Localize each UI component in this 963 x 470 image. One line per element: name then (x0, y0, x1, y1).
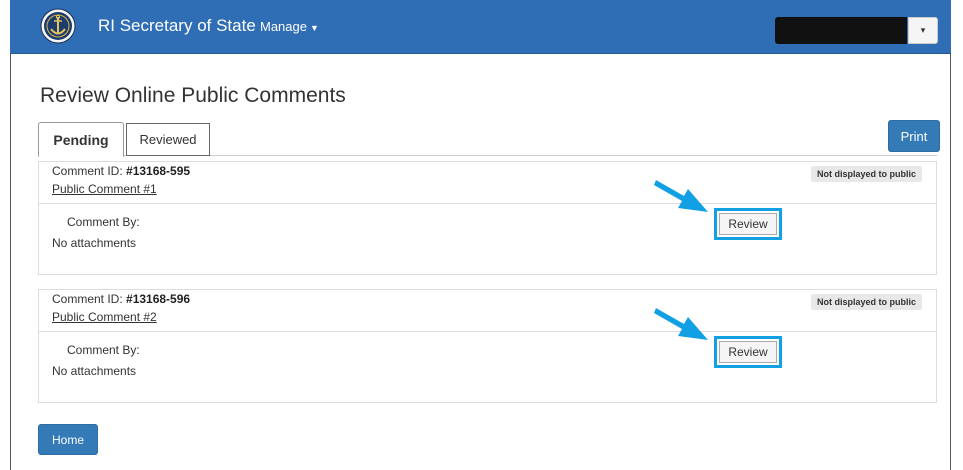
review-button[interactable]: Review (719, 213, 777, 235)
review-button[interactable]: Review (719, 341, 777, 363)
status-badge: Not displayed to public (810, 166, 922, 182)
print-button[interactable]: Print (888, 120, 940, 152)
arrow-pointer-icon (654, 180, 708, 212)
comment-title-link[interactable]: Public Comment #1 (52, 182, 157, 196)
anchor-seal-icon[interactable] (40, 8, 76, 44)
attachments-text: No attachments (52, 364, 137, 378)
comment-by-label: Comment By: (67, 215, 140, 229)
user-account-button[interactable] (775, 17, 907, 44)
review-highlight: Review (714, 336, 782, 368)
manage-menu[interactable]: Manage ▼ (260, 19, 319, 34)
comment-card: Comment ID: #13168-595 Public Comment #1… (38, 161, 937, 275)
user-dropdown-toggle[interactable]: ▾ (908, 17, 938, 44)
manage-menu-label: Manage (260, 19, 307, 34)
arrow-pointer-icon (654, 308, 708, 340)
comment-id-label: Comment ID: (52, 164, 127, 178)
attachments-text: No attachments (52, 236, 137, 250)
status-badge: Not displayed to public (810, 294, 922, 310)
comment-title-link[interactable]: Public Comment #2 (52, 310, 157, 324)
comment-card-header: Comment ID: #13168-595 Public Comment #1… (39, 162, 936, 204)
comment-id-label: Comment ID: (52, 292, 127, 306)
comment-id-value: #13168-596 (126, 292, 191, 306)
brand-link[interactable]: RI Secretary of State (98, 16, 256, 36)
home-button[interactable]: Home (38, 424, 98, 455)
comment-id: Comment ID: #13168-596 (52, 292, 190, 306)
page-title: Review Online Public Comments (40, 84, 346, 107)
caret-down-icon: ▼ (309, 23, 319, 33)
comment-card-header: Comment ID: #13168-596 Public Comment #2… (39, 290, 936, 332)
caret-down-icon: ▾ (920, 25, 926, 35)
tab-reviewed[interactable]: Reviewed (126, 123, 210, 156)
comment-by-label: Comment By: (67, 343, 140, 357)
comment-card: Comment ID: #13168-596 Public Comment #2… (38, 289, 937, 403)
review-highlight: Review (714, 208, 782, 240)
comment-id: Comment ID: #13168-595 (52, 164, 190, 178)
tab-pending[interactable]: Pending (38, 122, 124, 157)
comment-id-value: #13168-595 (126, 164, 191, 178)
